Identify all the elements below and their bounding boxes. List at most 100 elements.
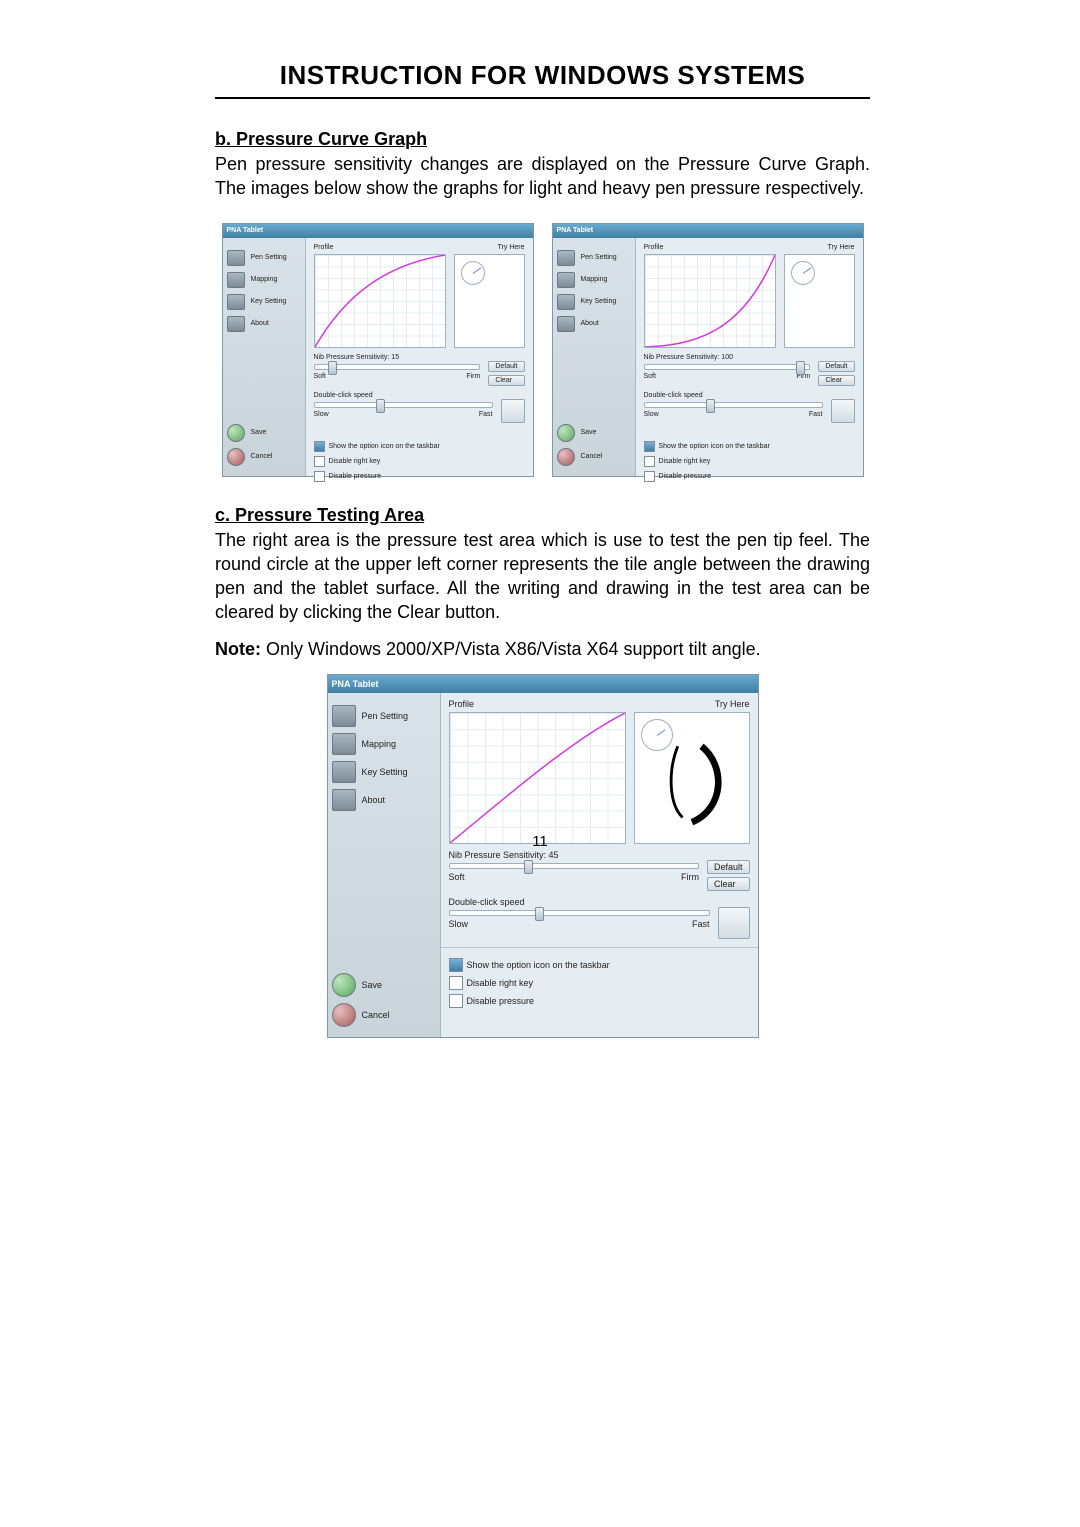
page-title: INSTRUCTION FOR WINDOWS SYSTEMS xyxy=(215,60,870,91)
option-taskbar-checkbox[interactable]: Show the option icon on the taskbar xyxy=(449,958,750,972)
sensitivity-label: Nib Pressure Sensitivity: 45 xyxy=(449,850,750,860)
sidebar-item[interactable]: Mapping xyxy=(227,272,301,288)
option-taskbar-checkbox[interactable]: Show the option icon on the taskbar xyxy=(644,441,855,452)
figure-row-b: PNA Tablet Pen Setting Mapping Key Setting A… xyxy=(215,223,870,477)
test-doubleclick-button[interactable] xyxy=(501,399,525,423)
sidebar-icon xyxy=(332,789,356,811)
option-taskbar-checkbox[interactable]: Show the option icon on the taskbar xyxy=(314,441,525,452)
check-icon xyxy=(332,973,356,997)
sensitivity-label: Nib Pressure Sensitivity: 100 xyxy=(644,354,855,361)
main-panel: Profile Try Here Nib Pressure Sensitivity:… xyxy=(440,693,758,1037)
screenshot-heavy-pressure: PNA Tablet Pen Setting Mapping Key Setting A… xyxy=(552,223,864,477)
screenshot-test-area: PNA Tablet Pen Setting Mapping Key Setting A… xyxy=(327,674,759,1038)
test-doubleclick-button[interactable] xyxy=(718,907,750,939)
sidebar: Pen Setting Mapping Key Setting About Save Ca… xyxy=(553,238,635,476)
clear-button[interactable]: Clear xyxy=(818,375,854,386)
cancel-button[interactable]: Cancel xyxy=(557,448,631,466)
save-button[interactable]: Save xyxy=(332,973,436,997)
pressure-test-area[interactable] xyxy=(634,712,750,844)
sidebar-item[interactable]: About xyxy=(227,316,301,332)
option-pressure-checkbox[interactable]: Disable pressure xyxy=(449,994,750,1008)
note-label: Note: xyxy=(215,639,261,659)
option-pressure-checkbox[interactable]: Disable pressure xyxy=(644,471,855,482)
sidebar-icon xyxy=(227,294,245,310)
sidebar-icon xyxy=(332,705,356,727)
cancel-button[interactable]: Cancel xyxy=(332,1003,436,1027)
sidebar-item[interactable]: Key Setting xyxy=(227,294,301,310)
window-titlebar: PNA Tablet xyxy=(328,675,758,693)
option-rightkey-checkbox[interactable]: Disable right key xyxy=(314,456,525,467)
doubleclick-slider[interactable] xyxy=(449,910,710,916)
sidebar-item[interactable]: Pen Setting xyxy=(227,250,301,266)
sidebar-item[interactable]: Pen Setting xyxy=(332,705,436,727)
cancel-button[interactable]: Cancel xyxy=(227,448,301,466)
sensitivity-slider[interactable] xyxy=(449,863,699,869)
close-icon xyxy=(332,1003,356,1027)
profile-label: Profile xyxy=(449,699,475,709)
sidebar-item-label: Key Setting xyxy=(581,298,617,305)
sensitivity-label: Nib Pressure Sensitivity: 15 xyxy=(314,354,525,361)
sidebar-item-label: About xyxy=(581,320,599,327)
sidebar-item-label: Pen Setting xyxy=(362,711,409,721)
option-rightkey-checkbox[interactable]: Disable right key xyxy=(644,456,855,467)
sidebar-icon xyxy=(557,250,575,266)
doubleclick-slider[interactable] xyxy=(644,402,823,408)
sidebar-item[interactable]: Pen Setting xyxy=(557,250,631,266)
option-pressure-checkbox[interactable]: Disable pressure xyxy=(314,471,525,482)
pressure-curve-graph xyxy=(314,254,446,348)
sidebar-item[interactable]: Key Setting xyxy=(332,761,436,783)
doubleclick-label: Double-click speed xyxy=(449,897,750,907)
check-icon xyxy=(557,424,575,442)
sidebar-icon xyxy=(557,272,575,288)
window-titlebar: PNA Tablet xyxy=(553,224,863,238)
main-panel: ProfileTry HereNib Pressure Sensitivity:… xyxy=(305,238,533,476)
sidebar-item-label: Pen Setting xyxy=(581,254,617,261)
sidebar-item[interactable]: About xyxy=(557,316,631,332)
sidebar-item-label: Mapping xyxy=(362,739,397,749)
save-button[interactable]: Save xyxy=(227,424,301,442)
pressure-test-area[interactable] xyxy=(784,254,855,348)
doubleclick-slider[interactable] xyxy=(314,402,493,408)
sidebar: Pen Setting Mapping Key Setting About Save Ca… xyxy=(223,238,305,476)
sidebar-icon xyxy=(332,761,356,783)
sensitivity-slider[interactable] xyxy=(314,364,481,370)
screenshot-light-pressure: PNA TabletPen SettingMappingKey SettingA… xyxy=(222,223,534,477)
profile-label: Profile xyxy=(314,244,334,251)
close-icon xyxy=(227,448,245,466)
section-c-paragraph: The right area is the pressure test area… xyxy=(215,528,870,625)
pressure-curve-graph xyxy=(644,254,776,348)
sidebar: Pen Setting Mapping Key Setting About Save Ca… xyxy=(328,693,440,1037)
close-icon xyxy=(557,448,575,466)
clear-button[interactable]: Clear xyxy=(488,375,524,386)
check-icon xyxy=(227,424,245,442)
sidebar-icon xyxy=(557,316,575,332)
profile-label: Profile xyxy=(644,244,664,251)
sidebar-item-label: Mapping xyxy=(251,276,278,283)
sensitivity-slider[interactable] xyxy=(644,364,811,370)
sidebar-item[interactable]: About xyxy=(332,789,436,811)
sidebar-item[interactable]: Mapping xyxy=(557,272,631,288)
save-button[interactable]: Save xyxy=(557,424,631,442)
section-b-paragraph: Pen pressure sensitivity changes are dis… xyxy=(215,152,870,201)
test-doubleclick-button[interactable] xyxy=(831,399,855,423)
option-rightkey-checkbox[interactable]: Disable right key xyxy=(449,976,750,990)
note-text: Only Windows 2000/XP/Vista X86/Vista X64… xyxy=(261,639,761,659)
default-button[interactable]: Default xyxy=(488,361,524,372)
sidebar-item-label: Mapping xyxy=(581,276,608,283)
sidebar-item[interactable]: Key Setting xyxy=(557,294,631,310)
sidebar-item[interactable]: Mapping xyxy=(332,733,436,755)
note-line: Note: Only Windows 2000/XP/Vista X86/Vis… xyxy=(215,639,870,660)
try-here-label: Try Here xyxy=(828,244,855,251)
main-panel: Profile Try Here Nib Pressure Sensitivity:… xyxy=(635,238,863,476)
document-page: INSTRUCTION FOR WINDOWS SYSTEMS b. Press… xyxy=(0,0,1080,1527)
try-here-label: Try Here xyxy=(715,699,750,709)
sidebar-item-label: Key Setting xyxy=(362,767,408,777)
section-b-heading: b. Pressure Curve Graph xyxy=(215,129,870,150)
sidebar-icon xyxy=(227,250,245,266)
default-button[interactable]: Default xyxy=(707,860,750,874)
default-button[interactable]: Default xyxy=(818,361,854,372)
section-c-heading: c. Pressure Testing Area xyxy=(215,505,870,526)
clear-button[interactable]: Clear xyxy=(707,877,750,891)
pressure-test-area[interactable] xyxy=(454,254,525,348)
page-number: 11 xyxy=(0,833,1080,850)
